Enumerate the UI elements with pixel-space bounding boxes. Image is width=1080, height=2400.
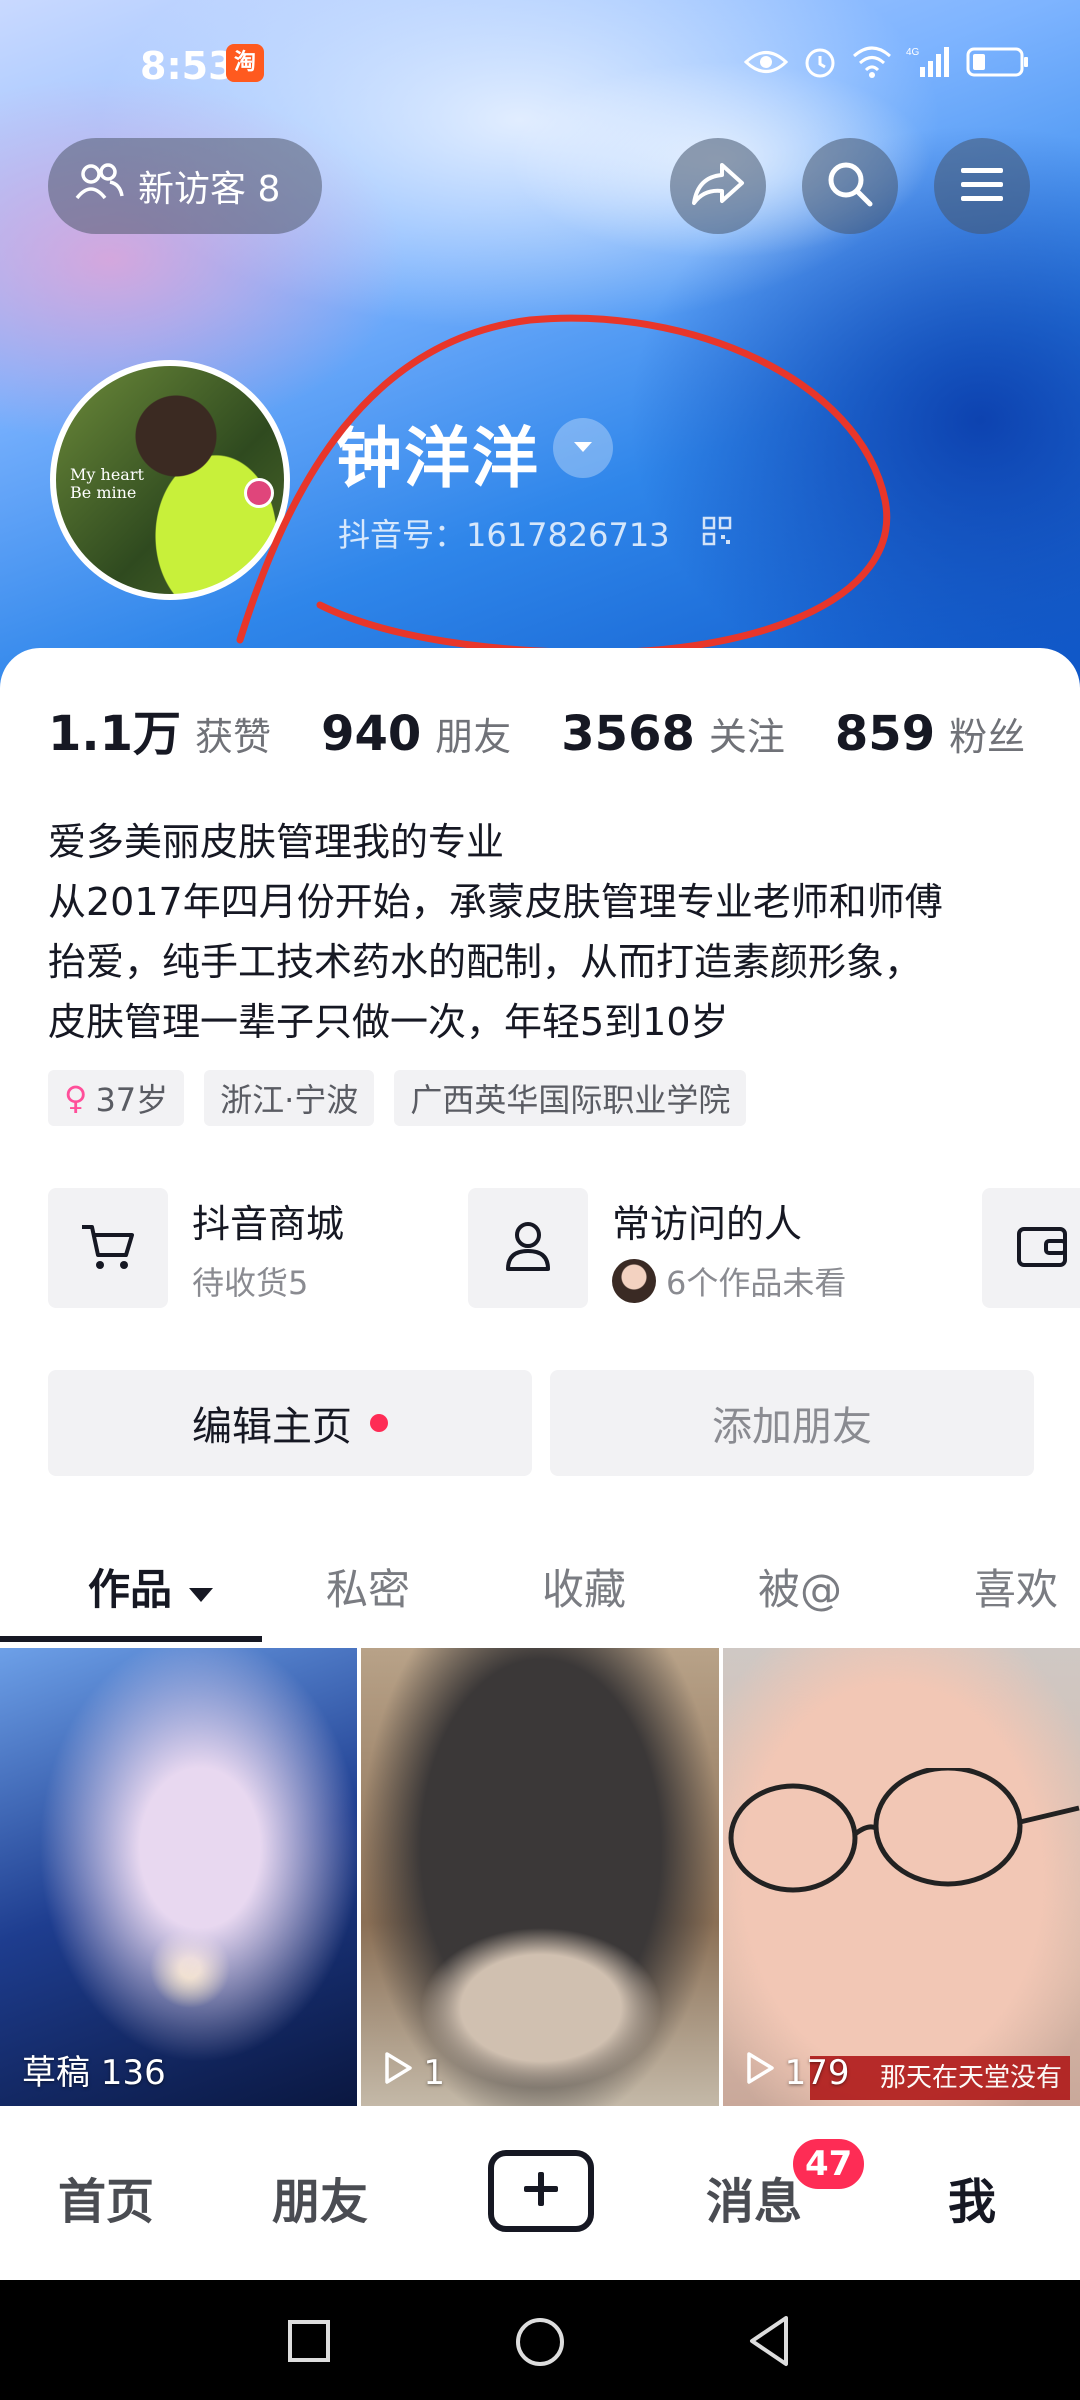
glasses-graphic [728,1768,1080,1893]
taobao-app-icon: 淘 [226,44,264,82]
avatar-overlay-text: My heart Be mine [70,465,144,502]
back-button[interactable] [746,2314,792,2372]
nav-friends[interactable]: 朋友 [272,2162,368,2232]
nav-me[interactable]: 我 [948,2162,996,2232]
female-icon: ♀ [64,1079,88,1117]
hamburger-icon [959,164,1005,208]
status-bar: 8:53 淘 4G [0,0,1080,130]
bio-line: 抬爱，纯手工技术药水的配制，从而打造素颜形象， [48,940,923,984]
nav-home[interactable]: 首页 [58,2162,154,2232]
notification-dot [370,1414,388,1432]
people-icon [74,162,124,211]
eye-icon [743,47,789,81]
messages-badge: 47 [790,2136,868,2192]
status-icons: 4G [743,44,1030,84]
tab-indicator [0,1636,262,1642]
play-count: 1 [383,2051,445,2094]
plus-icon [521,2169,561,2213]
shortcut-mall[interactable]: 抖音商城 待收货5 [48,1188,468,1308]
stat-likes[interactable]: 1.1万 获赞 [48,694,271,764]
cart-icon [80,1221,136,1275]
bio-line: 从2017年四月份开始，承蒙皮肤管理专业老师和师傅 [48,880,943,924]
add-friend-button[interactable]: 添加朋友 [550,1370,1034,1476]
mini-avatar [612,1258,656,1303]
shortcut-visitors-title: 常访问的人 [612,1201,803,1246]
stat-followers[interactable]: 859 粉丝 [835,706,1025,762]
location-tag[interactable]: 浙江·宁波 [204,1070,375,1126]
menu-button[interactable] [934,138,1030,234]
wifi-icon [852,46,892,82]
shortcuts-row: 抖音商城 待收货5 常访问的人 6个作品未看 [48,1188,1080,1308]
person-icon [503,1219,553,1277]
tab-private[interactable]: 私密 [326,1556,410,1617]
share-icon [690,161,746,211]
battery-icon [966,46,1030,82]
signal-icon: 4G [906,45,952,83]
play-icon [745,2051,775,2094]
home-button[interactable] [514,2316,566,2372]
video-grid: 草稿 136 1 那天在天堂没有灾难 179 [0,1648,1080,2106]
content-tabs: 作品 私密 收藏 被@ 喜欢 [0,1530,1080,1640]
system-navigation-bar [0,2280,1080,2400]
recent-apps-button[interactable] [286,2318,332,2368]
nickname[interactable]: 钟洋洋 [336,405,540,501]
bio-line: 皮肤管理一辈子只做一次，年轻5到10岁 [48,1000,729,1044]
profile-tags: ♀ 37岁 浙江·宁波 广西英华国际职业学院 [48,1070,747,1126]
search-button[interactable] [802,138,898,234]
stat-friends[interactable]: 940 朋友 [321,706,511,762]
account-switch-button[interactable] [553,418,613,478]
video-thumbnail[interactable]: 草稿 136 [0,1648,358,2106]
status-time: 8:53 [140,44,235,88]
draft-caption: 草稿 136 [22,2053,166,2093]
douyin-id[interactable]: 抖音号：1617826713 [338,510,670,556]
create-button[interactable] [488,2150,594,2232]
bottom-nav: 首页 朋友 消息 47 我 [0,2108,1080,2280]
search-icon [825,159,875,213]
age-tag[interactable]: ♀ 37岁 [48,1070,185,1126]
nav-messages[interactable]: 消息 [706,2162,802,2232]
video-thumbnail[interactable]: 1 [361,1648,719,2106]
wallet-icon [1016,1223,1068,1273]
tab-works[interactable]: 作品 [88,1556,215,1617]
stats-row: 1.1万 获赞 940 朋友 3568 关注 859 粉丝 [48,694,1075,764]
stat-following[interactable]: 3568 关注 [561,706,785,762]
edit-profile-button[interactable]: 编辑主页 [48,1370,532,1476]
share-button[interactable] [670,138,766,234]
new-visitors-button[interactable]: 新访客 8 [48,138,322,234]
school-tag[interactable]: 广西英华国际职业学院 [394,1070,747,1126]
caret-down-icon [572,439,594,458]
shortcut-mall-subtitle: 待收货5 [192,1263,309,1302]
tab-mentioned[interactable]: 被@ [758,1556,842,1617]
video-thumbnail[interactable]: 那天在天堂没有灾难 179 [722,1648,1080,2106]
svg-text:4G: 4G [906,47,920,58]
shortcut-visitors-subtitle: 6个作品未看 [612,1258,846,1304]
shortcut-frequent-visitors[interactable]: 常访问的人 6个作品未看 [468,1188,982,1308]
bio[interactable]: 爱多美丽皮肤管理我的专业 从2017年四月份开始，承蒙皮肤管理专业老师和师傅 抬… [48,812,1048,1052]
play-count: 179 [745,2051,850,2094]
avatar-badge [244,478,274,508]
shortcut-mall-title: 抖音商城 [192,1201,345,1246]
bio-line: 爱多美丽皮肤管理我的专业 [48,820,505,864]
shortcut-wallet[interactable] [982,1188,1080,1308]
caret-down-icon [187,1565,215,1614]
tab-likes[interactable]: 喜欢 [974,1556,1058,1617]
play-icon [383,2051,413,2094]
alarm-icon [802,44,838,84]
qr-code-icon[interactable] [702,516,732,550]
avatar[interactable]: My heart Be mine [50,360,290,600]
tab-favorites[interactable]: 收藏 [542,1556,626,1617]
new-visitors-label: 新访客 8 [138,169,281,210]
